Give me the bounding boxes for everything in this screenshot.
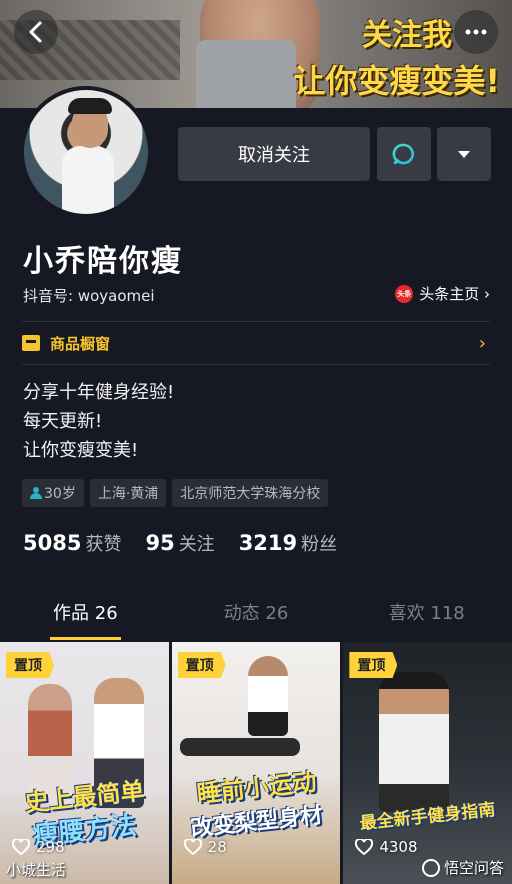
video-grid: 置顶 史上最简单 瘦腰方法 298 置顶 睡前小运动 改变梨型身材 28 置顶 … (0, 642, 512, 884)
shop-window-row[interactable]: 商品橱窗 › (22, 322, 490, 364)
shop-window-label: 商品橱窗 (50, 334, 111, 353)
stat-followers-label: 粉丝 (301, 534, 338, 555)
video-likes-count: 298 (36, 838, 65, 856)
profile-nickname: 小乔陪你瘦 (23, 244, 183, 279)
stat-likes: 5085 获赞 (23, 530, 121, 556)
profile-tags: 30岁 上海·黄浦 北京师范大学珠海分校 (22, 479, 329, 507)
bio-line: 每天更新! (23, 411, 103, 432)
back-button[interactable] (14, 10, 58, 54)
person-icon (30, 487, 42, 499)
video-likes: 28 (183, 838, 227, 856)
stat-following-count: 95 (145, 531, 175, 555)
heart-icon (12, 839, 30, 855)
cover-person (179, 738, 300, 756)
back-arrow-icon (29, 21, 42, 43)
toutiao-logo-icon: 头条 (395, 284, 414, 303)
avatar-cap (68, 98, 112, 114)
pinned-badge: 置顶 (6, 652, 54, 678)
avatar[interactable] (20, 86, 152, 218)
video-likes-count: 28 (207, 838, 227, 856)
stat-following[interactable]: 95 关注 (145, 530, 214, 556)
watermark-right-label: 悟空问答 (443, 859, 504, 877)
tab-works[interactable]: 作品 26 (0, 590, 171, 640)
tab-likes[interactable]: 喜欢 118 (341, 590, 512, 640)
stat-likes-label: 获赞 (85, 534, 122, 555)
caret-down-icon (458, 150, 470, 158)
age-tag: 30岁 (22, 479, 84, 507)
location-tag: 上海·黄浦 (89, 479, 167, 507)
watermark-left: 小城生活 (6, 861, 67, 879)
watermark-right: 悟空问答 (421, 857, 504, 878)
heart-icon (355, 839, 374, 855)
stat-followers[interactable]: 3219 粉丝 (239, 530, 337, 556)
cover-person (379, 672, 450, 812)
heart-icon (183, 839, 202, 855)
video-thumbnail[interactable]: 置顶 睡前小运动 改变梨型身材 28 (171, 642, 341, 884)
bio-line: 分享十年健身经验! (23, 382, 175, 403)
video-likes: 298 (12, 838, 65, 856)
profile-stats: 5085 获赞 95 关注 3219 粉丝 (23, 530, 337, 556)
avatar-shirt (62, 146, 114, 214)
shop-icon (22, 335, 40, 351)
tab-dynamics[interactable]: 动态 26 (171, 590, 342, 640)
more-dots-icon (465, 29, 487, 35)
banner-text-line2: 让你变瘦变美! (293, 62, 500, 100)
wukong-logo-icon (421, 858, 440, 877)
toutiao-link-label: 头条主页 › (419, 285, 490, 303)
pinned-badge: 置顶 (349, 652, 398, 678)
banner-figure-pants (196, 40, 296, 108)
douyin-id: 抖音号: woyaomei (23, 287, 155, 305)
chat-bubble-icon (392, 143, 414, 165)
video-likes: 4308 (355, 838, 418, 856)
profile-bio: 分享十年健身经验! 每天更新! 让你变瘦变美! (23, 378, 174, 465)
unfollow-button[interactable]: 取消关注 (178, 127, 370, 181)
divider (22, 364, 490, 365)
stat-following-label: 关注 (178, 534, 215, 555)
school-tag: 北京师范大学珠海分校 (172, 479, 329, 507)
age-tag-label: 30岁 (44, 486, 76, 502)
message-button[interactable] (377, 127, 431, 181)
stat-likes-count: 5085 (23, 531, 82, 555)
video-thumbnail[interactable]: 置顶 最全新手健身指南 4308 (343, 642, 512, 884)
stat-followers-count: 3219 (238, 531, 298, 555)
toutiao-homepage-link[interactable]: 头条 头条主页 › (395, 283, 490, 304)
recommend-dropdown-button[interactable] (437, 127, 491, 181)
more-options-button[interactable] (454, 10, 498, 54)
banner-text-line1: 关注我 (362, 18, 452, 53)
video-likes-count: 4308 (379, 838, 418, 856)
content-tabs: 作品 26 动态 26 喜欢 118 (0, 590, 512, 640)
video-thumbnail[interactable]: 置顶 史上最简单 瘦腰方法 298 (0, 642, 169, 884)
bio-line: 让你变瘦变美! (23, 440, 139, 461)
pinned-badge: 置顶 (177, 652, 226, 678)
chevron-right-icon: › (478, 332, 486, 354)
cover-person (247, 656, 288, 736)
